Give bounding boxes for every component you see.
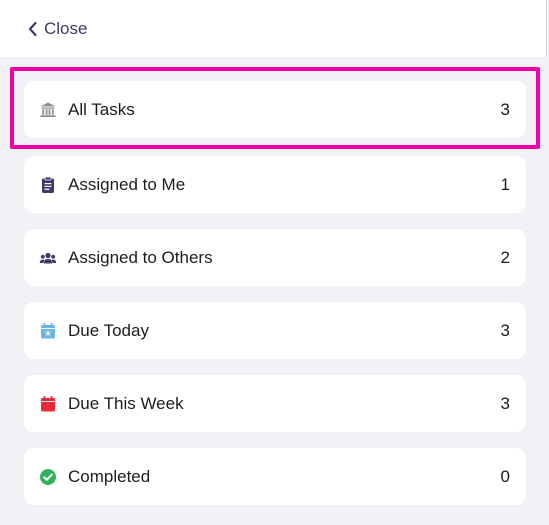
filter-all-tasks[interactable]: All Tasks 3: [24, 81, 526, 138]
filter-count: 3: [500, 393, 510, 413]
filter-assigned-to-me[interactable]: Assigned to Me 1: [24, 156, 526, 213]
filter-count: 3: [500, 99, 510, 119]
chevron-left-icon: [28, 21, 38, 37]
filter-count: 1: [500, 174, 510, 194]
filter-label: All Tasks: [68, 99, 135, 119]
header-bar: Close: [0, 0, 547, 57]
close-label: Close: [44, 19, 88, 38]
filter-completed[interactable]: Completed 0: [24, 448, 526, 505]
filter-label: Due Today: [68, 320, 149, 340]
clipboard-icon: [39, 176, 57, 194]
filter-label: Assigned to Me: [68, 174, 186, 194]
filter-due-today[interactable]: Due Today 3: [24, 302, 526, 359]
bank-icon: [39, 101, 57, 119]
filter-label: Due This Week: [68, 393, 184, 413]
filter-label: Completed: [68, 466, 151, 486]
filter-label: Assigned to Others: [68, 247, 213, 267]
calendar-icon: [39, 395, 57, 413]
filter-count: 0: [500, 466, 510, 486]
calendar-star-icon: [39, 322, 57, 340]
filter-due-this-week[interactable]: Due This Week 3: [24, 375, 526, 432]
filter-count: 2: [500, 247, 510, 267]
filter-count: 3: [500, 320, 510, 340]
filter-assigned-to-others[interactable]: Assigned to Others 2: [24, 229, 526, 286]
group-icon: [39, 249, 57, 267]
check-circle-icon: [39, 468, 57, 486]
close-button[interactable]: Close: [28, 17, 87, 41]
